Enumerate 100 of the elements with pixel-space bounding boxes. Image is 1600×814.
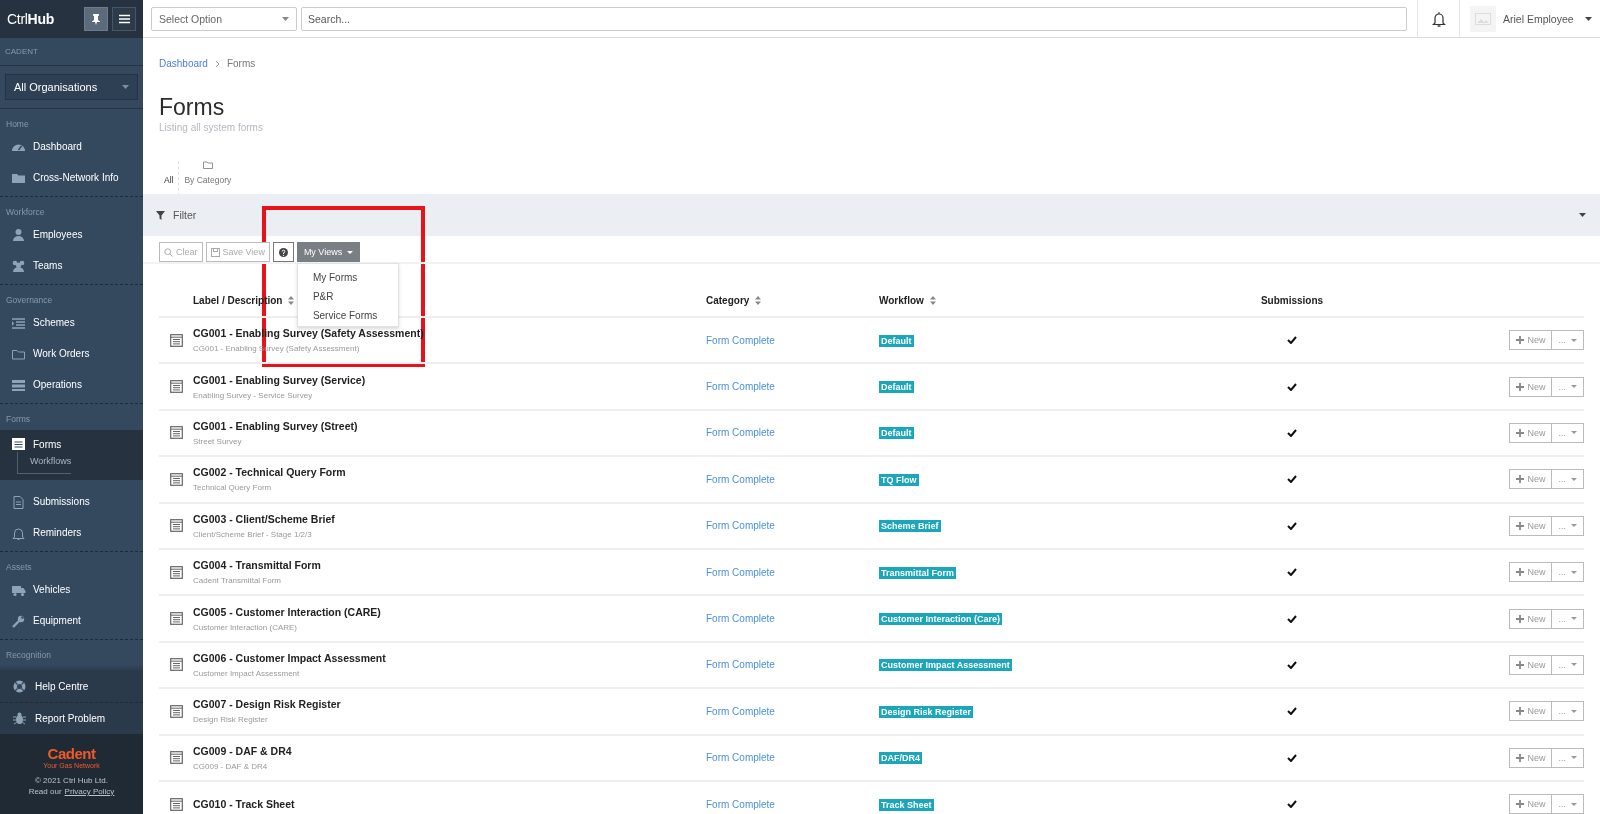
new-button[interactable]: New [1509, 747, 1553, 768]
stack-icon [11, 377, 26, 392]
section-heading: Recognition [5, 649, 52, 662]
page-title: Forms [159, 93, 226, 121]
plus-icon [1516, 382, 1525, 391]
plus-icon [1516, 336, 1525, 345]
nav-item[interactable]: Operations [0, 369, 143, 400]
more-button[interactable]: ... [1552, 330, 1584, 351]
form-title: CG010 - Track Sheet [193, 798, 296, 811]
form-icon [169, 704, 183, 718]
new-button[interactable]: New [1509, 330, 1553, 351]
caret-icon [1585, 16, 1592, 21]
section-heading: Forms [5, 413, 32, 426]
filter-bar[interactable]: Filter [143, 194, 1600, 236]
nav-item[interactable]: Employees [0, 219, 143, 250]
nav-item[interactable]: Teams [0, 250, 143, 281]
form-icon [169, 426, 183, 440]
category-link[interactable]: Form Complete [706, 752, 775, 764]
nav-item[interactable]: Reminders [0, 517, 143, 548]
more-button[interactable]: ... [1552, 422, 1584, 443]
nav-item[interactable]: Submissions [0, 486, 143, 517]
form-description: Client/Scheme Brief - Stage 1/2/3 [193, 529, 313, 539]
category-link[interactable]: Form Complete [706, 427, 775, 439]
form-icon [169, 751, 183, 765]
organisation-select[interactable]: All Organisations [5, 74, 138, 100]
category-link[interactable]: Form Complete [706, 613, 775, 625]
form-icon [11, 437, 26, 451]
more-button[interactable]: ... [1552, 562, 1584, 583]
filter-icon [156, 210, 165, 220]
new-button[interactable]: New [1509, 701, 1553, 722]
clear-button[interactable]: Clear [159, 242, 203, 262]
more-button[interactable]: ... [1552, 608, 1584, 629]
workflow-tag: Customer Impact Assessment [879, 659, 1012, 672]
caret-icon [122, 85, 129, 89]
column-header[interactable]: Category [706, 294, 879, 306]
form-icon [169, 612, 183, 626]
nav-item[interactable]: Dashboard [0, 131, 143, 162]
form-title: CG009 - DAF & DR4 [193, 744, 293, 757]
privacy-policy-link[interactable]: Privacy Policy [64, 786, 115, 797]
category-link[interactable]: Form Complete [706, 473, 775, 485]
select-field[interactable]: Select Option [151, 6, 297, 31]
save-view-button[interactable]: Save View [205, 242, 270, 262]
new-button[interactable]: New [1509, 515, 1553, 536]
caret-icon [1571, 709, 1577, 713]
nav-item[interactable]: Schemes [0, 307, 143, 338]
column-header: Submissions [1259, 294, 1325, 306]
plus-icon [1516, 521, 1525, 530]
workflow-tag: Default [879, 334, 914, 347]
more-button[interactable]: ... [1552, 701, 1584, 722]
more-button[interactable]: ... [1552, 747, 1584, 768]
new-button[interactable]: New [1509, 794, 1553, 814]
workflow-tag: Default [879, 427, 914, 440]
form-title: CG003 - Client/Scheme Brief [193, 512, 336, 525]
sidebar-link[interactable]: Report Problem [0, 703, 143, 734]
new-button[interactable]: New [1509, 654, 1553, 675]
nav-item[interactable]: Equipment [0, 605, 143, 636]
more-button[interactable]: ... [1552, 469, 1584, 490]
form-icon [169, 797, 183, 811]
menu-button[interactable] [112, 7, 136, 31]
new-button[interactable]: New [1509, 422, 1553, 443]
category-link[interactable]: Form Complete [706, 798, 775, 810]
more-button[interactable]: ... [1552, 654, 1584, 675]
new-button[interactable]: New [1509, 469, 1553, 490]
workflow-tag: TQ Flow [879, 473, 919, 486]
bell-icon [11, 525, 26, 540]
more-button[interactable]: ... [1552, 515, 1584, 536]
help-icon [278, 247, 288, 257]
sidebar-link[interactable]: Help Centre [0, 671, 143, 703]
active-nav-item[interactable]: Forms Workflows [0, 430, 143, 480]
new-button[interactable]: New [1509, 376, 1553, 397]
category-link[interactable]: Form Complete [706, 659, 775, 671]
pin-button[interactable] [84, 7, 108, 31]
my-views-button[interactable]: My Views [296, 242, 361, 262]
menu-item[interactable]: P&R [297, 287, 398, 306]
logo: CtrlHub [7, 11, 54, 27]
category-link[interactable]: Form Complete [706, 705, 775, 717]
menu-item[interactable]: Service Forms [297, 306, 398, 325]
category-link[interactable]: Form Complete [706, 381, 775, 393]
form-description: Customer Interaction (CARE) [193, 622, 299, 632]
lifebuoy-icon [12, 679, 27, 694]
user-menu[interactable]: Ariel Employee [1460, 5, 1600, 32]
nav-item[interactable]: Vehicles [0, 574, 143, 605]
category-link[interactable]: Form Complete [706, 520, 775, 532]
more-button[interactable]: ... [1552, 794, 1584, 814]
more-button[interactable]: ... [1552, 376, 1584, 397]
column-header[interactable]: Workflow [879, 294, 1220, 306]
sub-nav-item[interactable]: Workflows [17, 452, 72, 474]
category-link[interactable]: Form Complete [706, 566, 775, 578]
new-button[interactable]: New [1509, 608, 1553, 629]
menu-icon [118, 14, 130, 24]
category-link[interactable]: Form Complete [706, 334, 775, 346]
help-button[interactable] [272, 242, 294, 262]
copyright-text: © 2021 Ctrl Hub Ltd. [34, 775, 108, 786]
new-button[interactable]: New [1509, 562, 1553, 583]
nav-item[interactable]: Work Orders [0, 338, 143, 369]
breadcrumb-link[interactable]: Dashboard [159, 58, 208, 69]
menu-item[interactable]: My Forms [297, 268, 398, 287]
nav-item[interactable]: Cross-Network Info [0, 162, 143, 193]
notifications-button[interactable] [1431, 10, 1446, 27]
search-field[interactable]: Search... [301, 6, 1407, 31]
